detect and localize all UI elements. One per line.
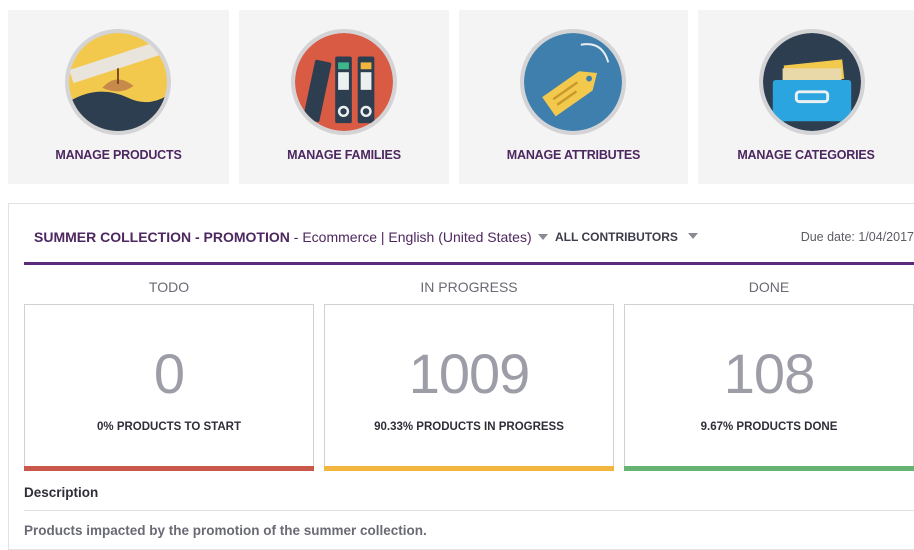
- chevron-down-icon: [537, 234, 548, 240]
- tag-icon: [520, 29, 626, 135]
- column-title-todo: TODO: [148, 279, 190, 295]
- tile-label: MANAGE CATEGORIES: [737, 148, 875, 162]
- done-count: 108: [723, 342, 815, 405]
- project-name: SUMMER COLLECTION - PROMOTION: [34, 229, 290, 245]
- drawer-icon: [759, 29, 865, 135]
- chevron-down-icon: [687, 233, 698, 239]
- todo-card[interactable]: 0 0% PRODUCTS TO START: [24, 304, 314, 471]
- description-title: Description: [24, 485, 99, 500]
- project-selector[interactable]: SUMMER COLLECTION - PROMOTION - Ecommerc…: [34, 229, 548, 245]
- tile-label: MANAGE ATTRIBUTES: [506, 148, 641, 162]
- tile-label: MANAGE PRODUCTS: [55, 148, 182, 162]
- column-title-done: DONE: [748, 279, 790, 295]
- tile-label: MANAGE FAMILIES: [287, 148, 401, 162]
- manage-products-tile[interactable]: MANAGE PRODUCTS: [8, 10, 229, 184]
- todo-caption: 0% PRODUCTS TO START: [97, 421, 241, 433]
- binders-icon: [291, 29, 397, 135]
- in-progress-count: 1009: [408, 342, 531, 405]
- in-progress-card[interactable]: 1009 90.33% PRODUCTS IN PROGRESS: [324, 304, 614, 471]
- manage-attributes-tile[interactable]: MANAGE ATTRIBUTES: [459, 10, 688, 184]
- project-context: - Ecommerce | English (United States): [289, 229, 532, 245]
- done-caption: 9.67% PRODUCTS DONE: [700, 421, 838, 433]
- due-date: Due date: 1/04/2017: [800, 230, 914, 244]
- description-text: Products impacted by the promotion of th…: [24, 523, 427, 538]
- todo-status-bar: [24, 466, 314, 471]
- contributors-filter[interactable]: ALL CONTRIBUTORS: [555, 230, 698, 244]
- manage-families-tile[interactable]: MANAGE FAMILIES: [239, 10, 449, 184]
- divider: [24, 510, 914, 511]
- manage-categories-tile[interactable]: MANAGE CATEGORIES: [698, 10, 914, 184]
- product-icon: [65, 29, 171, 135]
- in-progress-status-bar: [324, 466, 614, 471]
- quick-access-tiles: MANAGE PRODUCTS MANAGE FAMILIES MANAGE A…: [8, 10, 914, 184]
- column-title-in-progress: IN PROGRESS: [420, 279, 518, 295]
- contributors-filter-label: ALL CONTRIBUTORS: [555, 230, 678, 244]
- done-card[interactable]: 108 9.67% PRODUCTS DONE: [624, 304, 914, 471]
- project-panel: SUMMER COLLECTION - PROMOTION - Ecommerc…: [8, 203, 914, 550]
- in-progress-caption: 90.33% PRODUCTS IN PROGRESS: [374, 421, 564, 433]
- project-header: SUMMER COLLECTION - PROMOTION - Ecommerc…: [24, 204, 914, 265]
- done-status-bar: [624, 466, 914, 471]
- todo-count: 0: [153, 342, 185, 405]
